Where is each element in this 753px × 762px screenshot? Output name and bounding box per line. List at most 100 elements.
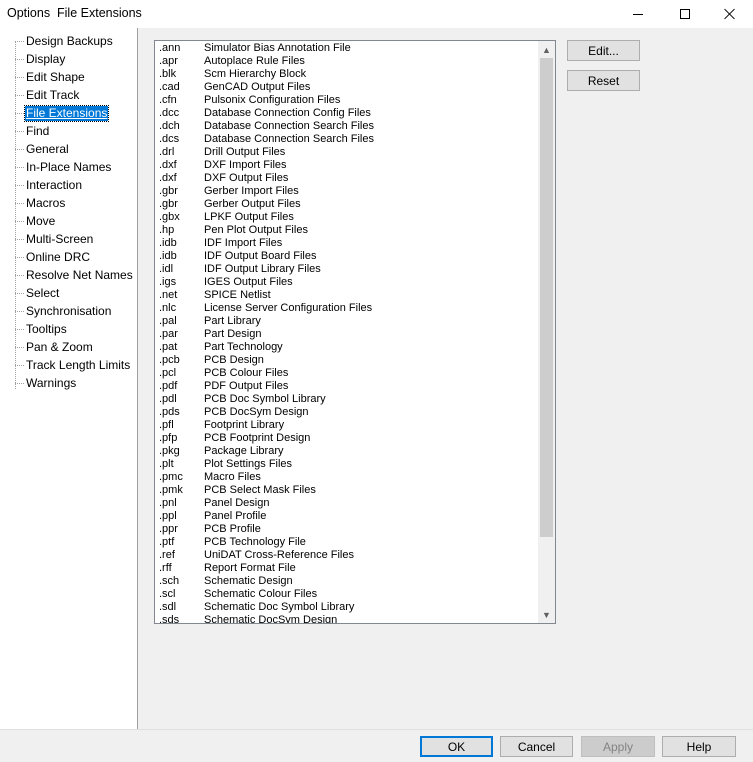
file-extensions-list[interactable]: .ann Simulator Bias Annotation File .apr Au…	[154, 40, 556, 624]
tree-item-resolve-net-names[interactable]: Resolve Net Names	[15, 266, 134, 284]
tree-connector	[15, 238, 24, 240]
extension-row[interactable]: .idb IDF Output Board Files	[155, 250, 538, 263]
tree-item-move[interactable]: Move	[15, 212, 56, 230]
tree-item-pan-zoom[interactable]: Pan & Zoom	[15, 338, 94, 356]
tree-connector	[15, 256, 24, 258]
scroll-up-arrow-icon[interactable]: ▲	[538, 41, 555, 58]
tree-item-general[interactable]: General	[15, 140, 70, 158]
extension-code: .ann	[159, 42, 181, 54]
extension-row[interactable]: .pdf PDF Output Files	[155, 380, 538, 393]
tree-item-in-place-names[interactable]: In-Place Names	[15, 158, 112, 176]
ok-button[interactable]: OK	[420, 736, 493, 757]
extension-row[interactable]: .pfp PCB Footprint Design	[155, 432, 538, 445]
help-button[interactable]: Help	[662, 736, 736, 757]
extension-row[interactable]: .sdl Schematic Doc Symbol Library	[155, 601, 538, 614]
extension-row[interactable]: .dcs Database Connection Search Files	[155, 133, 538, 146]
tree-item-online-drc[interactable]: Online DRC	[15, 248, 91, 266]
extension-code: .gbx	[159, 211, 180, 223]
vertical-scrollbar[interactable]: ▲ ▼	[538, 41, 555, 623]
extension-row[interactable]: .dcc Database Connection Config Files	[155, 107, 538, 120]
tree-item-track-length-limits[interactable]: Track Length Limits	[15, 356, 131, 374]
options-category-tree[interactable]: Design Backups Display Edit Shape Edit Trac…	[0, 28, 138, 729]
tree-item-multi-screen[interactable]: Multi-Screen	[15, 230, 94, 248]
tree-item-display[interactable]: Display	[15, 50, 66, 68]
tree-item-warnings[interactable]: Warnings	[15, 374, 77, 392]
tree-item-find[interactable]: Find	[15, 122, 50, 140]
extension-row[interactable]: .gbr Gerber Output Files	[155, 198, 538, 211]
extension-description: IDF Output Library Files	[204, 263, 321, 275]
extension-row[interactable]: .drl Drill Output Files	[155, 146, 538, 159]
extension-row[interactable]: .blk Scm Hierarchy Block	[155, 68, 538, 81]
tree-item-macros[interactable]: Macros	[15, 194, 66, 212]
extension-row[interactable]: .net SPICE Netlist	[155, 289, 538, 302]
extension-code: .dcc	[159, 107, 180, 119]
extension-description: Panel Profile	[204, 510, 267, 522]
close-button[interactable]	[707, 0, 753, 28]
extension-row[interactable]: .ppr PCB Profile	[155, 523, 538, 536]
maximize-button[interactable]	[662, 0, 708, 28]
tree-item-file-extensions[interactable]: File Extensions	[15, 104, 110, 122]
extension-row[interactable]: .ppl Panel Profile	[155, 510, 538, 523]
tree-item-design-backups[interactable]: Design Backups	[15, 32, 114, 50]
minimize-button[interactable]	[615, 0, 661, 28]
extension-row[interactable]: .idb IDF Import Files	[155, 237, 538, 250]
tree-item-label: Resolve Net Names	[26, 267, 133, 282]
extension-row[interactable]: .igs IGES Output Files	[155, 276, 538, 289]
extension-row[interactable]: .dch Database Connection Search Files	[155, 120, 538, 133]
extension-row[interactable]: .pds PCB DocSym Design	[155, 406, 538, 419]
extension-row[interactable]: .pfl Footprint Library	[155, 419, 538, 432]
extension-description: PCB Technology File	[204, 536, 306, 548]
extension-row[interactable]: .scl Schematic Colour Files	[155, 588, 538, 601]
extension-row[interactable]: .par Part Design	[155, 328, 538, 341]
edit-button[interactable]: Edit...	[567, 40, 640, 61]
extension-row[interactable]: .dxf DXF Import Files	[155, 159, 538, 172]
extension-row[interactable]: .gbx LPKF Output Files	[155, 211, 538, 224]
extension-row[interactable]: .dxf DXF Output Files	[155, 172, 538, 185]
extension-row[interactable]: .pnl Panel Design	[155, 497, 538, 510]
extension-row[interactable]: .apr Autoplace Rule Files	[155, 55, 538, 68]
extension-row[interactable]: .gbr Gerber Import Files	[155, 185, 538, 198]
tree-connector	[15, 364, 24, 366]
extension-code: .pat	[159, 341, 178, 353]
extension-row[interactable]: .pat Part Technology	[155, 341, 538, 354]
extension-row[interactable]: .sch Schematic Design	[155, 575, 538, 588]
apply-button[interactable]: Apply	[581, 736, 655, 757]
tree-item-edit-shape[interactable]: Edit Shape	[15, 68, 86, 86]
extension-row[interactable]: .pmc Macro Files	[155, 471, 538, 484]
extension-row[interactable]: .sds Schematic DocSym Design	[155, 614, 538, 623]
reset-button[interactable]: Reset	[567, 70, 640, 91]
extension-row[interactable]: .pal Part Library	[155, 315, 538, 328]
scrollbar-thumb[interactable]	[540, 58, 553, 537]
extension-row[interactable]: .idl IDF Output Library Files	[155, 263, 538, 276]
tree-item-synchronisation[interactable]: Synchronisation	[15, 302, 112, 320]
extension-row[interactable]: .pcb PCB Design	[155, 354, 538, 367]
extension-row[interactable]: .ann Simulator Bias Annotation File	[155, 42, 538, 55]
tree-connector	[15, 202, 24, 204]
tree-item-edit-track[interactable]: Edit Track	[15, 86, 80, 104]
extension-row[interactable]: .pdl PCB Doc Symbol Library	[155, 393, 538, 406]
tree-item-tooltips[interactable]: Tooltips	[15, 320, 68, 338]
extension-row[interactable]: .ptf PCB Technology File	[155, 536, 538, 549]
extension-code: .gbr	[159, 198, 178, 210]
cancel-button[interactable]: Cancel	[500, 736, 573, 757]
extension-row[interactable]: .ref UniDAT Cross-Reference Files	[155, 549, 538, 562]
tree-item-label: Synchronisation	[26, 303, 112, 318]
extension-code: .cfn	[159, 94, 177, 106]
extension-row[interactable]: .plt Plot Settings Files	[155, 458, 538, 471]
extension-description: Pen Plot Output Files	[204, 224, 308, 236]
scroll-down-arrow-icon[interactable]: ▼	[538, 606, 555, 623]
footer-divider	[0, 729, 753, 730]
extension-row[interactable]: .cfn Pulsonix Configuration Files	[155, 94, 538, 107]
extension-code: .pds	[159, 406, 180, 418]
extension-row[interactable]: .pkg Package Library	[155, 445, 538, 458]
extension-row[interactable]: .hp Pen Plot Output Files	[155, 224, 538, 237]
tree-item-interaction[interactable]: Interaction	[15, 176, 83, 194]
extension-row[interactable]: .pcl PCB Colour Files	[155, 367, 538, 380]
tree-item-select[interactable]: Select	[15, 284, 60, 302]
tree-item-label: Select	[26, 285, 60, 300]
extension-row[interactable]: .pmk PCB Select Mask Files	[155, 484, 538, 497]
extension-row[interactable]: .rff Report Format File	[155, 562, 538, 575]
extension-row[interactable]: .cad GenCAD Output Files	[155, 81, 538, 94]
tree-item-label: Edit Track	[26, 87, 80, 102]
extension-row[interactable]: .nlc License Server Configuration Files	[155, 302, 538, 315]
